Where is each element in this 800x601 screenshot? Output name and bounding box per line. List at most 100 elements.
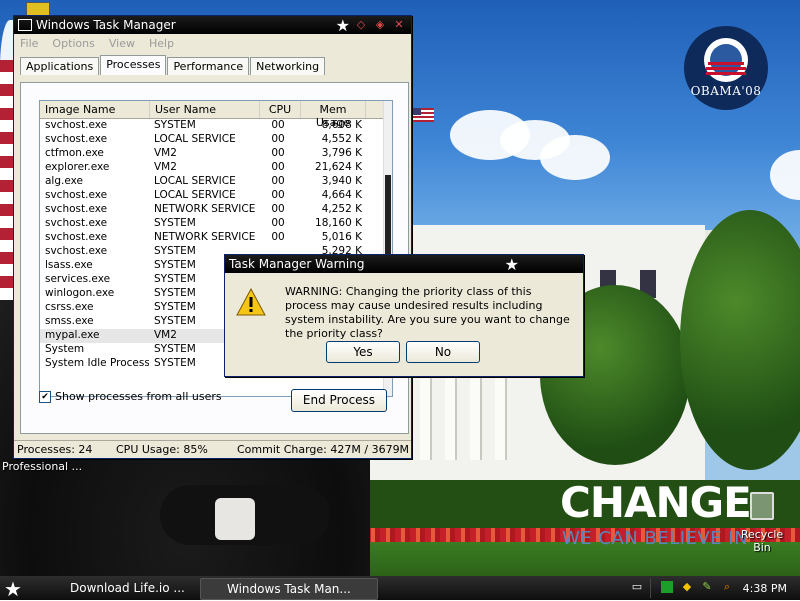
taskbar-item-label: Download Life.io ... bbox=[70, 581, 185, 595]
dialog-titlebar[interactable]: Task Manager Warning ★ bbox=[225, 254, 583, 274]
status-cpu: CPU Usage: 85% bbox=[116, 443, 208, 456]
tab-performance[interactable]: Performance bbox=[167, 57, 250, 75]
process-mem: 18,160 K bbox=[315, 217, 362, 229]
menu-help[interactable]: Help bbox=[149, 37, 174, 50]
slogan-subtitle: WE CAN BELIEVE IN bbox=[562, 528, 749, 549]
recycle-bin-label: Recycle Bin bbox=[740, 528, 784, 554]
start-button[interactable]: ★ bbox=[4, 577, 22, 601]
process-user: NETWORK SERVICE bbox=[154, 231, 256, 243]
process-mem: 3,940 K bbox=[321, 175, 362, 187]
show-all-users-checkbox[interactable]: ✔ bbox=[39, 390, 51, 403]
column-mem-usage[interactable]: Mem Usage bbox=[301, 101, 366, 129]
process-name: svchost.exe bbox=[45, 231, 108, 243]
flag-image bbox=[0, 60, 14, 320]
tab-processes[interactable]: Processes bbox=[100, 55, 167, 75]
process-list-header: Image Name User Name CPU Mem Usage bbox=[40, 101, 392, 129]
process-user: VM2 bbox=[154, 147, 177, 159]
taskbar-item-label: Windows Task Man... bbox=[227, 582, 351, 596]
minimize-button[interactable]: ◇ bbox=[353, 18, 369, 32]
cloud-shape bbox=[770, 150, 800, 200]
process-user: LOCAL SERVICE bbox=[154, 175, 236, 187]
process-name: System Idle Process bbox=[45, 357, 149, 369]
no-button[interactable]: No bbox=[406, 341, 480, 363]
table-row[interactable]: svchost.exe LOCAL SERVICE 00 4,552 K bbox=[40, 133, 392, 147]
process-name: svchost.exe bbox=[45, 203, 108, 215]
process-mem: 8,608 K bbox=[321, 119, 362, 131]
menu-bar: File Options View Help bbox=[14, 34, 411, 53]
table-row[interactable]: svchost.exe SYSTEM 00 8,608 K bbox=[40, 119, 392, 133]
table-row[interactable]: ctfmon.exe VM2 00 3,796 K bbox=[40, 147, 392, 161]
maximize-button[interactable]: ◈ bbox=[372, 18, 388, 32]
dialog-message: WARNING: Changing the priority class of … bbox=[285, 285, 570, 340]
system-tray: ▭ ◆ ✎ ⌕ 4:38 PM bbox=[632, 578, 800, 598]
obama-logo-text: OBAMA'08 bbox=[690, 84, 762, 98]
process-name: svchost.exe bbox=[45, 245, 108, 257]
table-row[interactable]: alg.exe LOCAL SERVICE 00 3,940 K bbox=[40, 175, 392, 189]
recycle-bin[interactable]: Recycle Bin bbox=[738, 492, 786, 554]
process-name: explorer.exe bbox=[45, 161, 110, 173]
process-user: VM2 bbox=[154, 161, 177, 173]
process-user: SYSTEM bbox=[154, 119, 196, 131]
process-cpu: 00 bbox=[271, 147, 285, 159]
process-name: svchost.exe bbox=[45, 133, 108, 145]
folder-icon bbox=[26, 2, 50, 16]
search-icon[interactable]: ⌕ bbox=[721, 581, 733, 593]
process-name: winlogon.exe bbox=[45, 287, 115, 299]
process-user: SYSTEM bbox=[154, 217, 196, 229]
process-name: alg.exe bbox=[45, 175, 83, 187]
dialog-title: Task Manager Warning bbox=[229, 257, 365, 271]
column-cpu[interactable]: CPU bbox=[260, 101, 301, 118]
recycle-bin-icon bbox=[750, 492, 774, 520]
table-row[interactable]: svchost.exe SYSTEM 00 18,160 K bbox=[40, 217, 392, 231]
network-icon[interactable] bbox=[661, 581, 673, 593]
tab-applications[interactable]: Applications bbox=[20, 57, 100, 75]
star-icon: ★ bbox=[335, 15, 350, 35]
show-all-users-row[interactable]: ✔ Show processes from all users bbox=[39, 390, 222, 403]
desktop-icon-label[interactable]: Professional ... bbox=[2, 460, 82, 473]
warning-icon bbox=[236, 288, 266, 316]
taskbar-item-download[interactable]: Download Life.io ... bbox=[44, 578, 220, 598]
clock[interactable]: 4:38 PM bbox=[743, 582, 787, 595]
table-row[interactable]: explorer.exe VM2 00 21,624 K bbox=[40, 161, 392, 175]
task-manager-titlebar[interactable]: Windows Task Manager ★ ◇ ◈ ✕ bbox=[14, 15, 411, 35]
cloud-shape bbox=[540, 135, 610, 180]
tab-strip: Applications Processes Performance Netwo… bbox=[14, 55, 411, 75]
security-icon[interactable]: ✎ bbox=[701, 581, 713, 593]
table-row[interactable]: svchost.exe NETWORK SERVICE 00 4,252 K bbox=[40, 203, 392, 217]
process-user: NETWORK SERVICE bbox=[154, 203, 256, 215]
star-icon: ★ bbox=[504, 254, 519, 274]
process-cpu: 00 bbox=[271, 189, 285, 201]
shield-icon[interactable]: ◆ bbox=[681, 581, 693, 593]
process-cpu: 00 bbox=[271, 203, 285, 215]
process-mem: 3,796 K bbox=[321, 147, 362, 159]
taskbar: ★ Download Life.io ... Windows Task Man.… bbox=[0, 576, 800, 601]
table-row[interactable]: svchost.exe LOCAL SERVICE 00 4,664 K bbox=[40, 189, 392, 203]
close-button[interactable]: ✕ bbox=[391, 18, 407, 32]
process-name: smss.exe bbox=[45, 315, 94, 327]
process-name: svchost.exe bbox=[45, 217, 108, 229]
tab-networking[interactable]: Networking bbox=[250, 57, 326, 75]
keyboard-icon[interactable]: ▭ bbox=[631, 581, 643, 593]
menu-view[interactable]: View bbox=[109, 37, 135, 50]
process-mem: 4,552 K bbox=[321, 133, 362, 145]
obama-logo-icon bbox=[684, 26, 768, 110]
desktop-icon[interactable] bbox=[26, 2, 54, 16]
yes-button[interactable]: Yes bbox=[326, 341, 400, 363]
end-process-button[interactable]: End Process bbox=[291, 389, 387, 412]
window-title: Windows Task Manager bbox=[36, 18, 176, 32]
show-all-users-label: Show processes from all users bbox=[55, 390, 222, 403]
column-user-name[interactable]: User Name bbox=[150, 101, 260, 118]
menu-file[interactable]: File bbox=[20, 37, 38, 50]
menu-options[interactable]: Options bbox=[52, 37, 94, 50]
process-name: System bbox=[45, 343, 85, 355]
column-image-name[interactable]: Image Name bbox=[40, 101, 150, 118]
process-cpu: 00 bbox=[271, 175, 285, 187]
taskbar-item-task-manager[interactable]: Windows Task Man... bbox=[200, 578, 378, 600]
process-name: mypal.exe bbox=[45, 329, 100, 341]
process-cpu: 00 bbox=[271, 231, 285, 243]
process-name: svchost.exe bbox=[45, 189, 108, 201]
process-user: LOCAL SERVICE bbox=[154, 133, 236, 145]
table-row[interactable]: svchost.exe NETWORK SERVICE 00 5,016 K bbox=[40, 231, 392, 245]
process-cpu: 00 bbox=[271, 133, 285, 145]
process-name: services.exe bbox=[45, 273, 111, 285]
